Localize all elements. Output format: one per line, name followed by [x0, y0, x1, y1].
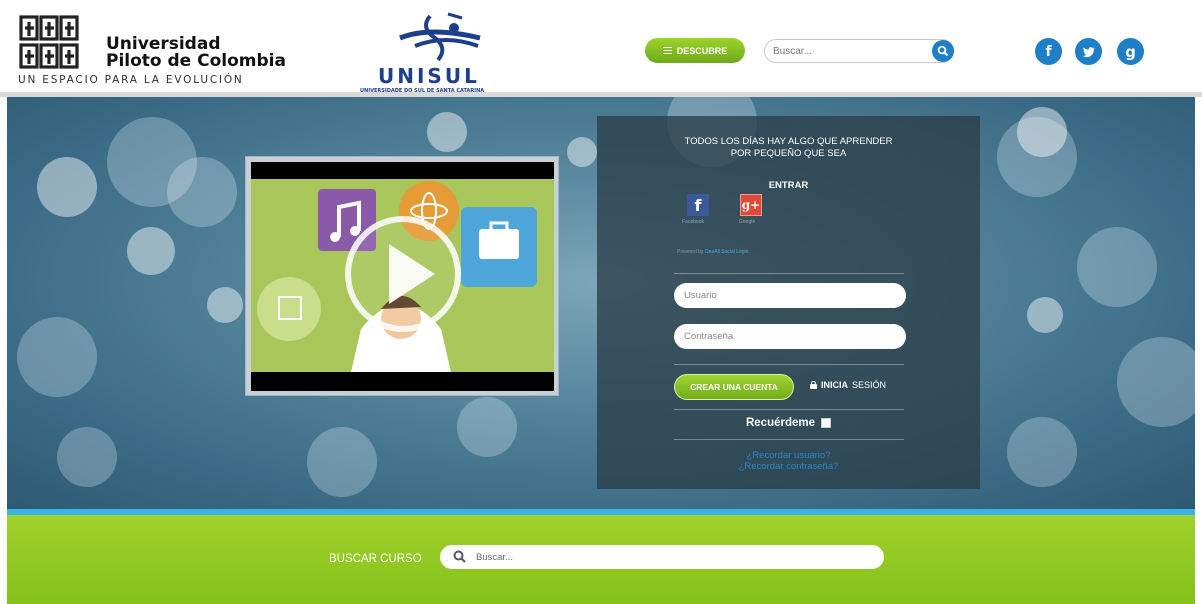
divider	[674, 409, 904, 410]
site-header: Universidad Piloto de Colombia UN ESPACI…	[0, 0, 1202, 94]
facebook-glyph: f	[1045, 43, 1052, 60]
upc-logo[interactable]: Universidad Piloto de Colombia UN ESPACI…	[18, 14, 288, 88]
unisul-logo[interactable]: UNISUL UNIVERSIDADE DO SUL DE SANTA CATA…	[360, 8, 535, 94]
course-search-input[interactable]	[476, 549, 866, 565]
powered-by: Powered by OneAll Social Login	[677, 249, 748, 255]
forgot-password-link[interactable]: ¿Recordar contraseña?	[597, 461, 980, 472]
google-glyph: g	[1125, 42, 1136, 61]
video-screen	[251, 162, 554, 391]
login-button[interactable]: INICIA SESIÓN	[810, 380, 886, 390]
bokeh-light	[57, 427, 117, 487]
header-search	[764, 39, 954, 63]
divider	[674, 364, 904, 365]
unisul-name: UNISUL	[378, 64, 480, 88]
login-panel: TODOS LOS DÍAS HAY ALGO QUE APRENDER POR…	[597, 116, 980, 489]
bokeh-light	[1117, 337, 1195, 427]
bokeh-light	[427, 112, 467, 152]
bokeh-light	[1027, 297, 1063, 333]
bokeh-light	[167, 157, 237, 227]
remember-checkbox[interactable]	[821, 418, 832, 428]
forgot-user-link[interactable]: ¿Recordar usuario?	[597, 450, 980, 461]
create-account-button[interactable]: CREAR UNA CUENTA	[674, 374, 794, 400]
play-icon[interactable]	[345, 216, 461, 332]
bokeh-light	[127, 227, 175, 275]
facebook-icon[interactable]: f	[1035, 38, 1062, 65]
search-icon	[937, 45, 949, 57]
password-input[interactable]	[674, 324, 906, 349]
unisul-logo-mark	[390, 8, 490, 62]
divider	[674, 273, 904, 274]
entrar-heading: ENTRAR	[768, 180, 809, 191]
bokeh-light	[1007, 417, 1077, 487]
intro-video-player[interactable]	[245, 156, 559, 396]
powered-prefix: Powered by	[677, 249, 704, 255]
upc-name: Universidad Piloto de Colombia	[106, 34, 286, 71]
course-search	[440, 545, 884, 569]
powered-link[interactable]: OneAll Social Login	[705, 249, 749, 255]
descubre-menu-button[interactable]: DESCUBRE	[645, 38, 745, 63]
twitter-bird-icon	[1082, 46, 1095, 57]
remember-me: Recuérdeme	[597, 417, 980, 429]
bokeh-light	[17, 317, 97, 397]
header-search-input[interactable]	[773, 43, 923, 60]
bokeh-light	[1017, 107, 1067, 157]
lock-icon	[810, 381, 817, 389]
remember-label: Recuérdeme	[745, 417, 816, 429]
bokeh-light	[207, 287, 243, 323]
twitter-icon[interactable]: t	[1075, 38, 1102, 65]
descubre-label: DESCUBRE	[676, 45, 728, 56]
google-plus-icon[interactable]: g	[1117, 38, 1144, 65]
usuario-input[interactable]	[674, 283, 906, 308]
sesion-label: SESIÓN	[852, 380, 887, 390]
slogan-line-1: TODOS LOS DÍAS HAY ALGO QUE APRENDER	[684, 136, 893, 147]
facebook-login-caption: Facebook	[682, 219, 704, 225]
search-icon[interactable]	[453, 550, 467, 564]
inicia-label: INICIA	[821, 380, 848, 390]
video-thumbnail	[251, 179, 554, 372]
upc-tagline: UN ESPACIO PARA LA EVOLUCIÓN	[18, 74, 244, 86]
buscar-curso-label: BUSCAR CURSO	[329, 553, 422, 565]
google-plus-login-icon[interactable]: g+	[740, 194, 762, 216]
hamburger-icon	[662, 47, 672, 54]
bokeh-light	[37, 157, 97, 217]
header-search-button[interactable]	[932, 40, 954, 62]
bokeh-light	[307, 427, 377, 497]
facebook-login-icon[interactable]: f	[687, 194, 709, 216]
course-search-bar: BUSCAR CURSO	[7, 515, 1195, 604]
bokeh-light	[1077, 227, 1157, 307]
slogan-line-2: POR PEQUEÑO QUE SEA	[730, 148, 847, 159]
upc-logo-mark	[18, 14, 98, 72]
login-slogan: TODOS LOS DÍAS HAY ALGO QUE APRENDER POR…	[597, 136, 980, 160]
google-login-caption: Google	[739, 219, 756, 225]
bokeh-light	[457, 397, 517, 457]
bokeh-light	[567, 137, 597, 167]
divider	[674, 439, 904, 440]
